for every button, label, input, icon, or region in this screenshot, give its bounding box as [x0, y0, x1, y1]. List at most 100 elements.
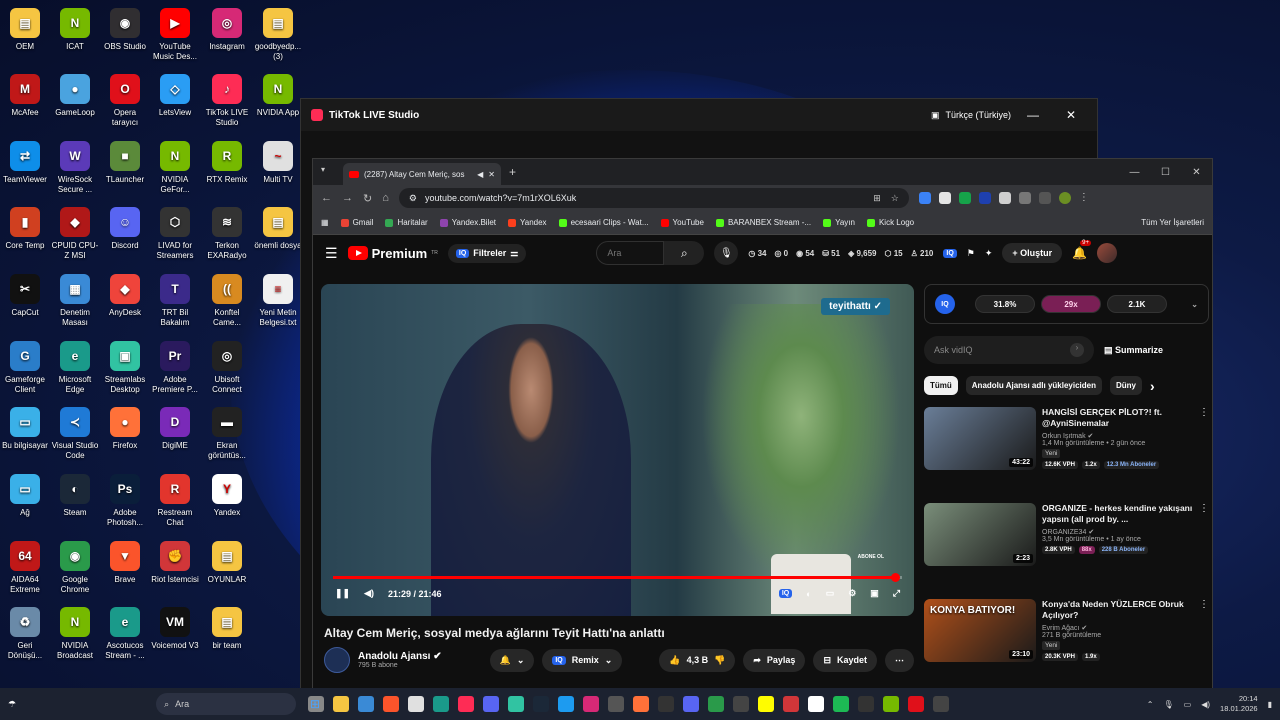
bookmark-item[interactable]: YouTube — [660, 218, 704, 227]
channel-name[interactable]: ORGANIZE34 ✔ — [1042, 528, 1209, 536]
fullscreen-icon[interactable]: ⤢ — [893, 588, 900, 599]
edge-icon[interactable] — [433, 696, 450, 712]
desktop-icon[interactable]: ◆ AnyDesk — [100, 270, 150, 318]
audio-icon[interactable]: ◀ — [477, 170, 483, 179]
video-thumbnail[interactable]: KONYA BATIYOR! 23:10 — [924, 599, 1036, 662]
desktop-icon[interactable]: 64 AIDA64 Extreme — [0, 537, 50, 595]
desktop-icon[interactable]: T TRT Bil Bakalım — [150, 270, 200, 328]
photos-icon[interactable] — [408, 696, 425, 712]
extension-icon[interactable] — [978, 192, 991, 204]
puzzle-icon[interactable] — [1018, 192, 1031, 204]
subscribe-bell-button[interactable]: 🔔 ⌄ — [489, 648, 535, 672]
tiktok-icon[interactable] — [458, 696, 475, 712]
desktop-icon[interactable]: ◐ Steam — [50, 470, 100, 518]
avatar[interactable] — [1097, 243, 1118, 263]
create-button[interactable]: + Oluştur — [1002, 243, 1063, 263]
microphone-icon[interactable]: 🎙 — [714, 241, 739, 265]
video-title[interactable]: HANGİSİ GERÇEK PİLOT?! ft. @AyniSinemala… — [1042, 407, 1209, 429]
desktop-icon[interactable]: D DigiME — [150, 403, 200, 451]
video-thumbnail[interactable]: 43:22 — [924, 407, 1036, 470]
desktop-icon[interactable]: W WireSock Secure ... — [50, 137, 100, 195]
extension-icon[interactable] — [958, 192, 971, 204]
bookmark-item[interactable]: ecesaari Clips - Wat... — [558, 218, 649, 227]
desktop-icon[interactable]: ▦ Denetim Masası — [50, 270, 100, 328]
taskbar-search[interactable]: ⌕ Ara — [156, 693, 297, 715]
video-thumbnail[interactable]: 2:23 — [924, 503, 1036, 566]
desktop-icon[interactable]: ▮ Core Temp — [0, 203, 50, 251]
mic-icon[interactable]: 🎙 — [1164, 700, 1174, 709]
forward-icon[interactable]: → — [342, 192, 353, 204]
thumbs-down-icon[interactable]: 👎 — [714, 655, 725, 666]
app-icon[interactable] — [933, 696, 950, 712]
menu-icon[interactable]: ☰ — [325, 245, 338, 262]
desktop-icon[interactable]: ☺ Discord — [100, 203, 150, 251]
chrome-icon[interactable] — [708, 696, 725, 712]
desktop-icon[interactable]: ≋ Terkon EXARadyo — [202, 203, 252, 261]
search-icon[interactable]: ⌕ — [664, 241, 705, 265]
desktop-icon[interactable]: ≡ Yeni Metin Belgesi.txt — [253, 270, 303, 328]
notifications-icon[interactable]: 🔔 9+ — [1072, 240, 1092, 260]
all-bookmarks[interactable]: Tüm Yer İşaretleri — [1141, 218, 1204, 227]
desktop-icon[interactable]: ▼ Brave — [100, 537, 150, 585]
desktop-icon[interactable]: Pr Adobe Premiere P... — [150, 337, 200, 395]
filters-button[interactable]: IQ Filtreler ⚌ — [447, 243, 527, 263]
video-title[interactable]: Konya'da Neden YÜZLERCE Obruk Açılıyor? — [1042, 599, 1209, 621]
desktop-icon[interactable]: ◉ OBS Studio — [100, 4, 150, 52]
instagram-icon[interactable] — [583, 696, 600, 712]
vidiq-icon[interactable]: IQ — [943, 248, 957, 258]
summarize-button[interactable]: ▤ Summarize — [1104, 345, 1163, 356]
network-icon[interactable]: ▭ — [1184, 700, 1192, 709]
chat-icon[interactable]: ✦ — [985, 248, 993, 259]
desktop-icon[interactable]: M McAfee — [0, 70, 50, 118]
close-button[interactable]: ✕ — [1181, 167, 1212, 178]
pause-icon[interactable]: ❚❚ — [335, 588, 350, 599]
trophy-icon[interactable]: ⚑ — [967, 248, 975, 259]
chrome-menu-icon[interactable]: ⋮ — [1079, 192, 1091, 204]
streamlabs-icon[interactable] — [508, 696, 525, 712]
bookmark-item[interactable]: Yandex.Bilet — [439, 218, 496, 227]
video-title[interactable]: ORGANIZE - herkes kendine yakışanı yapsı… — [1042, 503, 1209, 525]
desktop-icon[interactable]: ▭ Ağ — [0, 470, 50, 518]
desktop-icon[interactable]: ▬ Ekran görüntüs... — [202, 403, 252, 461]
desktop-icon[interactable]: N ICAT — [50, 4, 100, 52]
desktop-icon[interactable]: N NVIDIA GeFor... — [150, 137, 200, 195]
desktop-icon[interactable]: ⇄ TeamViewer — [0, 137, 50, 185]
maximize-button[interactable]: ☐ — [1150, 167, 1181, 178]
youtube-logo[interactable]: Premium TR — [347, 246, 438, 261]
desktop-icon[interactable]: ▤ goodbyedp... (3) — [253, 4, 303, 62]
desktop-icon[interactable]: ◉ Google Chrome — [50, 537, 100, 595]
desktop-icon[interactable]: ≺ Visual Studio Code — [50, 403, 100, 461]
more-icon[interactable]: ⋮ — [1199, 407, 1209, 418]
share-button[interactable]: ➦ Paylaş — [743, 648, 806, 672]
twitter-icon[interactable] — [558, 696, 575, 712]
bookmark-item[interactable]: Yayın — [823, 218, 855, 227]
bookmark-star-icon[interactable]: ☆ — [891, 193, 899, 204]
brave-icon[interactable] — [383, 696, 400, 712]
vidiq-icon[interactable]: IQ — [778, 589, 793, 598]
desktop-icon[interactable]: ✊ Riot İstemcisi — [150, 537, 200, 585]
video-player[interactable]: teyithattı ✓ ABONE OL ❚❚ ◀) 21:29 / 21:4… — [321, 284, 914, 616]
autoplay-toggle[interactable]: ◐ — [806, 589, 811, 599]
desktop-icon[interactable]: ● Firefox — [100, 403, 150, 451]
minimize-button[interactable]: — — [1017, 108, 1049, 122]
extension-icon[interactable] — [918, 192, 931, 204]
discord-icon[interactable] — [683, 696, 700, 712]
desktop-icon[interactable]: ▣ Streamlabs Desktop — [100, 337, 150, 395]
desktop-icon[interactable]: ▤ OEM — [0, 4, 50, 52]
desktop-icon[interactable]: ◆ CPUID CPU-Z MSI — [50, 203, 100, 261]
chevron-up-icon[interactable]: ⌃ — [1147, 700, 1154, 709]
bookmark-item[interactable]: Yandex — [508, 218, 547, 227]
vidiq-icon[interactable]: IQ — [935, 294, 955, 314]
spotify-icon[interactable] — [833, 696, 850, 712]
bookmark-item[interactable]: BARANBEX Stream -... — [715, 218, 811, 227]
file-explorer-icon[interactable] — [333, 696, 350, 712]
desktop-icon[interactable]: Ps Adobe Photosh... — [100, 470, 150, 528]
capcut-icon[interactable] — [858, 696, 875, 712]
desktop-icon[interactable]: ◎ Instagram — [202, 4, 252, 52]
riot-icon[interactable] — [783, 696, 800, 712]
reload-icon[interactable]: ↻ — [363, 192, 372, 205]
desktop-icon[interactable]: R RTX Remix — [202, 137, 252, 185]
speed-icon[interactable] — [608, 696, 625, 712]
notification-icon[interactable]: ▮ — [1268, 700, 1272, 709]
desktop-icon[interactable]: ▤ OYUNLAR — [202, 537, 252, 585]
